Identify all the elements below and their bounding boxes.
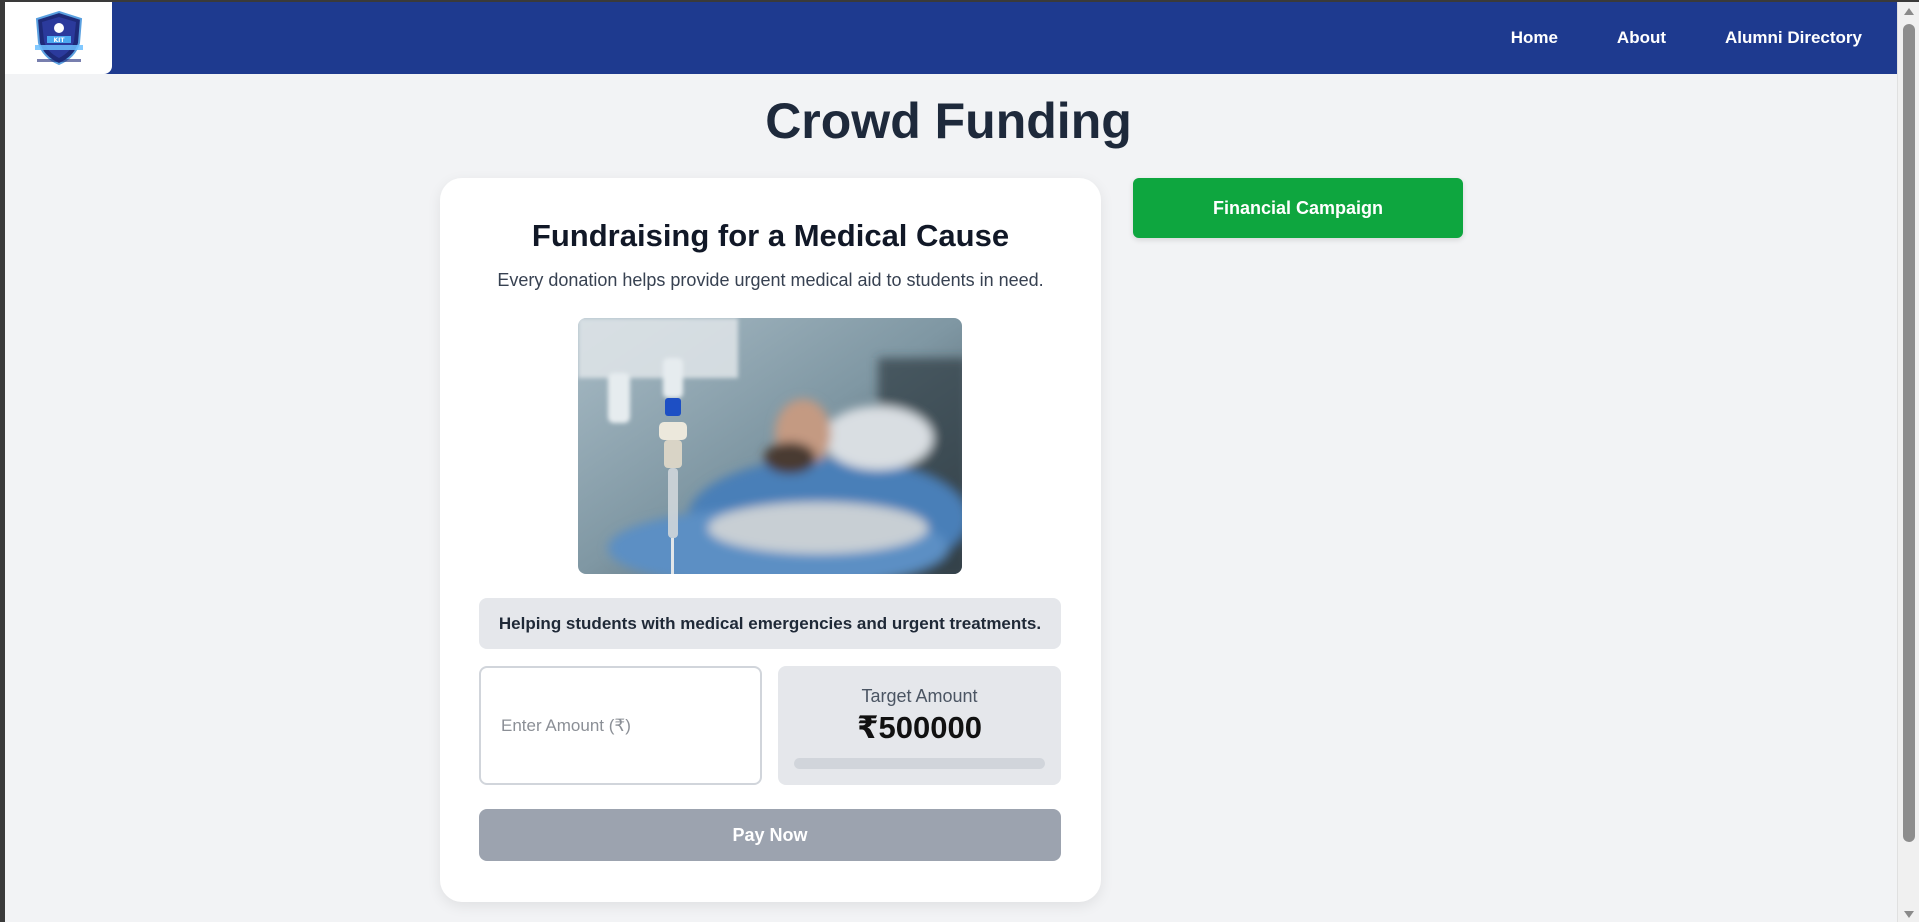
scrollbar-thumb[interactable] — [1903, 24, 1915, 842]
logo[interactable]: KIT — [5, 2, 112, 74]
nav-link-alumni-directory[interactable]: Alumni Directory — [1725, 28, 1862, 48]
scroll-down-arrow-icon[interactable] — [1904, 911, 1914, 918]
fundraiser-title: Fundraising for a Medical Cause — [531, 218, 1010, 253]
hospital-patient-iv-drip-photo-icon — [578, 318, 962, 574]
nav-link-home[interactable]: Home — [1511, 28, 1558, 48]
fundraiser-subtitle: Every donation helps provide urgent medi… — [497, 270, 1044, 290]
donation-amount-input[interactable] — [479, 666, 762, 785]
fundraiser-description: Helping students with medical emergencie… — [479, 598, 1061, 649]
financial-campaign-button[interactable]: Financial Campaign — [1133, 178, 1463, 238]
main-nav: Home About Alumni Directory — [1511, 2, 1862, 74]
page-scrollbar[interactable] — [1897, 2, 1919, 922]
target-amount-box: Target Amount ₹500000 — [778, 666, 1061, 785]
page-title: Crowd Funding — [765, 93, 1132, 149]
target-amount-label: Target Amount — [861, 686, 978, 706]
fundraiser-card: Fundraising for a Medical Cause Every do… — [440, 178, 1101, 902]
svg-text:KIT: KIT — [53, 37, 65, 44]
nav-link-about[interactable]: About — [1617, 28, 1666, 48]
college-crest-logo-icon: KIT — [34, 10, 83, 66]
top-navbar: KIT Home About Alumni Directory — [5, 2, 1897, 74]
target-amount-value: ₹500000 — [856, 710, 982, 745]
fundraiser-image — [578, 318, 962, 574]
funding-progress-bar — [794, 758, 1045, 769]
scroll-up-arrow-icon[interactable] — [1904, 8, 1914, 15]
pay-now-button[interactable]: Pay Now — [479, 809, 1061, 861]
